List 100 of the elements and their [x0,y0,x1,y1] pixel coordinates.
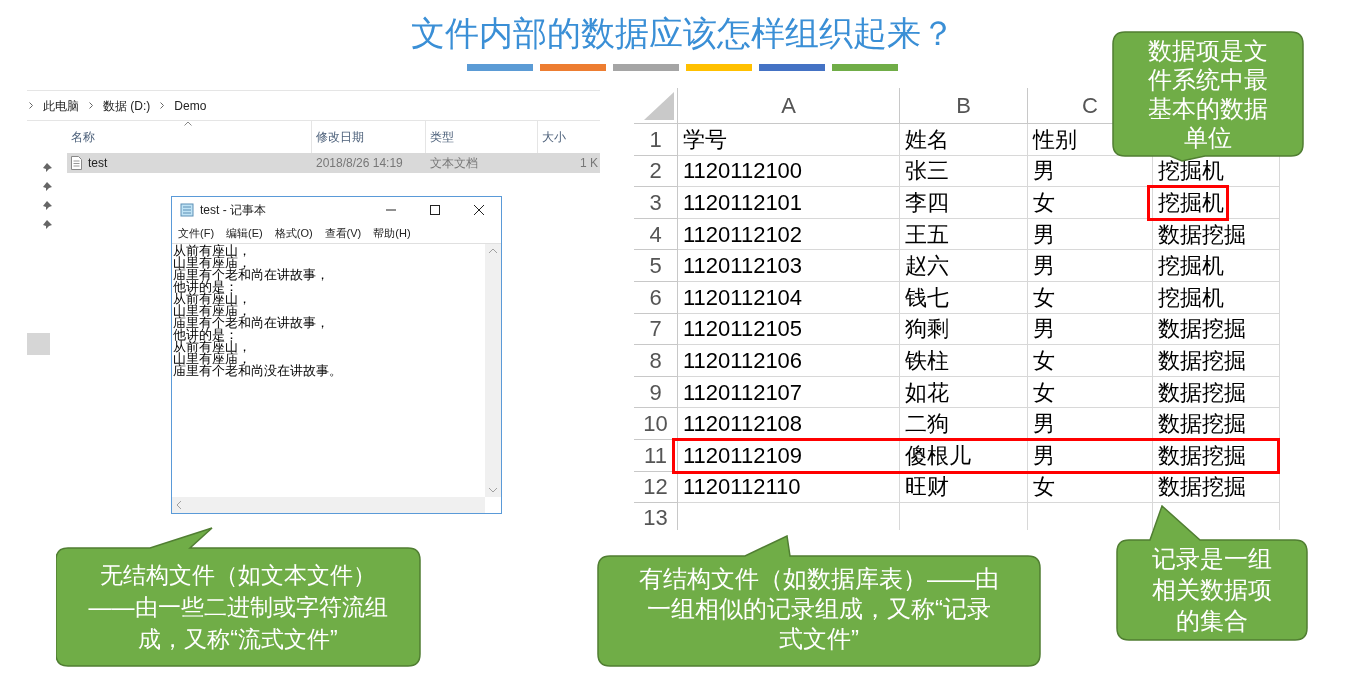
file-row[interactable]: test 2018/8/26 14:19 文本文档 1 K [67,153,600,173]
table-cell: 男 [1028,218,1153,251]
maximize-icon[interactable] [430,205,440,215]
breadcrumb-bar[interactable]: 此电脑 数据 (D:) Demo [27,91,600,121]
table-cell: 1120112108 [678,408,900,440]
table-cell: 张三 [900,155,1028,188]
callout-text: 记录是一组相关数据项的集合 [1151,544,1273,636]
text-line: 从前有座山， [173,293,252,305]
notepad-icon [180,203,194,217]
table-cell: 如花 [900,376,1028,409]
table-cell: 女 [1028,471,1153,504]
pin-icon[interactable] [42,201,52,210]
row-number[interactable]: 5 [634,250,678,282]
table-cell: 数据挖掘 [1153,471,1280,504]
file-type: 文本文档 [430,156,478,170]
table-cell: 女 [1028,281,1153,314]
table-cell: 数据挖掘 [1153,439,1280,472]
scroll-up-icon[interactable] [489,248,497,253]
row-number[interactable]: 10 [634,408,678,440]
menu-item[interactable]: 文件(F) [178,224,215,242]
table-cell: 二狗 [900,408,1028,440]
text-line: 山里有座庙， [173,305,252,317]
table-cell: 1120112110 [678,471,900,504]
row-number[interactable]: 13 [634,503,678,530]
close-icon[interactable] [474,205,484,215]
table-cell: 数据挖掘 [1153,345,1280,377]
file-date: 2018/8/26 14:19 [316,156,403,170]
table-cell: 1120112103 [678,250,900,282]
breadcrumb-item[interactable]: Demo [174,96,207,115]
menu-item[interactable]: 格式(O) [274,224,313,242]
pin-icon[interactable] [42,163,52,172]
file-size: 1 K [580,155,598,172]
select-all-icon[interactable] [644,92,674,120]
table-cell: 男 [1028,408,1153,440]
menu-item[interactable]: 查看(V) [324,224,362,242]
row-number[interactable]: 9 [634,376,678,409]
column-header[interactable]: A [678,88,900,124]
text-line: 庙里有个老和尚在讲故事， [173,317,330,329]
table-cell: 狗剩 [900,313,1028,346]
table-cell: 1120112101 [678,187,900,219]
text-line: 他讲的是： [173,281,238,293]
row-number[interactable]: 12 [634,471,678,504]
table-cell: 1120112102 [678,218,900,251]
table-cell: 男 [1028,250,1153,282]
column-header[interactable]: B [900,88,1028,124]
table-cell: 1120112105 [678,313,900,346]
table-cell: 挖掘机 [1153,250,1280,282]
callout-text: 有结构文件（如数据库表）——由一组相似的记录组成，又称“记录式文件” [639,564,999,654]
text-line: 从前有座山， [173,341,252,353]
table-cell: 数据挖掘 [1153,218,1280,251]
nav-scroll-thumb[interactable] [27,333,50,355]
row-number[interactable]: 2 [634,155,678,188]
table-cell: 1120112107 [678,376,900,409]
window-title: test - 记事本 [200,202,266,219]
column-header[interactable]: 大小 [538,121,600,153]
menu-item[interactable]: 帮助(H) [373,224,411,242]
table-cell: 数据挖掘 [1153,313,1280,346]
table-cell: 男 [1028,439,1153,472]
table-cell: 女 [1028,345,1153,377]
breadcrumb-item[interactable]: 此电脑 [43,96,79,115]
text-line: 庙里有个老和尚没在讲故事。 [173,365,343,377]
text-line: 庙里有个老和尚在讲故事， [173,269,330,281]
row-number[interactable]: 7 [634,313,678,346]
text-line: 从前有座山， [173,245,252,257]
table-cell: 1120112104 [678,281,900,314]
table-cell: 挖掘机 [1153,187,1280,219]
scroll-left-icon[interactable] [176,501,181,509]
chevron-icon [160,102,165,109]
table-cell: 1120112100 [678,155,900,188]
table-cell: 李四 [900,187,1028,219]
file-name: test [88,155,108,172]
sort-caret-icon [184,121,192,126]
table-cell: 学号 [678,124,900,156]
table-cell: 女 [1028,376,1153,409]
row-number[interactable]: 8 [634,345,678,377]
table-cell: 1120112106 [678,345,900,377]
document-icon [71,156,82,170]
vertical-scrollbar[interactable] [485,244,501,497]
table-cell: 傻根儿 [900,439,1028,472]
table-cell: 旺财 [900,471,1028,504]
breadcrumb-item[interactable]: 数据 (D:) [103,96,151,115]
slide-title: 文件内部的数据应该怎样组织起来？ [410,12,955,55]
row-number[interactable]: 3 [634,187,678,219]
table-cell: 男 [1028,313,1153,346]
text-line: 山里有座庙， [173,353,252,365]
table-cell: 铁柱 [900,345,1028,377]
menu-item[interactable]: 编辑(E) [226,224,263,242]
chevron-icon [89,102,93,109]
table-cell: 赵六 [900,250,1028,282]
pin-icon[interactable] [42,182,52,191]
row-number[interactable]: 11 [634,439,678,472]
scroll-down-icon[interactable] [489,488,497,493]
row-number[interactable]: 1 [634,124,678,156]
horizontal-scrollbar[interactable] [172,497,485,513]
row-number[interactable]: 6 [634,281,678,314]
pin-icon[interactable] [42,220,52,229]
table-cell: 数据挖掘 [1153,376,1280,409]
text-line: 他讲的是： [173,329,238,341]
row-number[interactable]: 4 [634,218,678,251]
table-cell: 女 [1028,187,1153,219]
